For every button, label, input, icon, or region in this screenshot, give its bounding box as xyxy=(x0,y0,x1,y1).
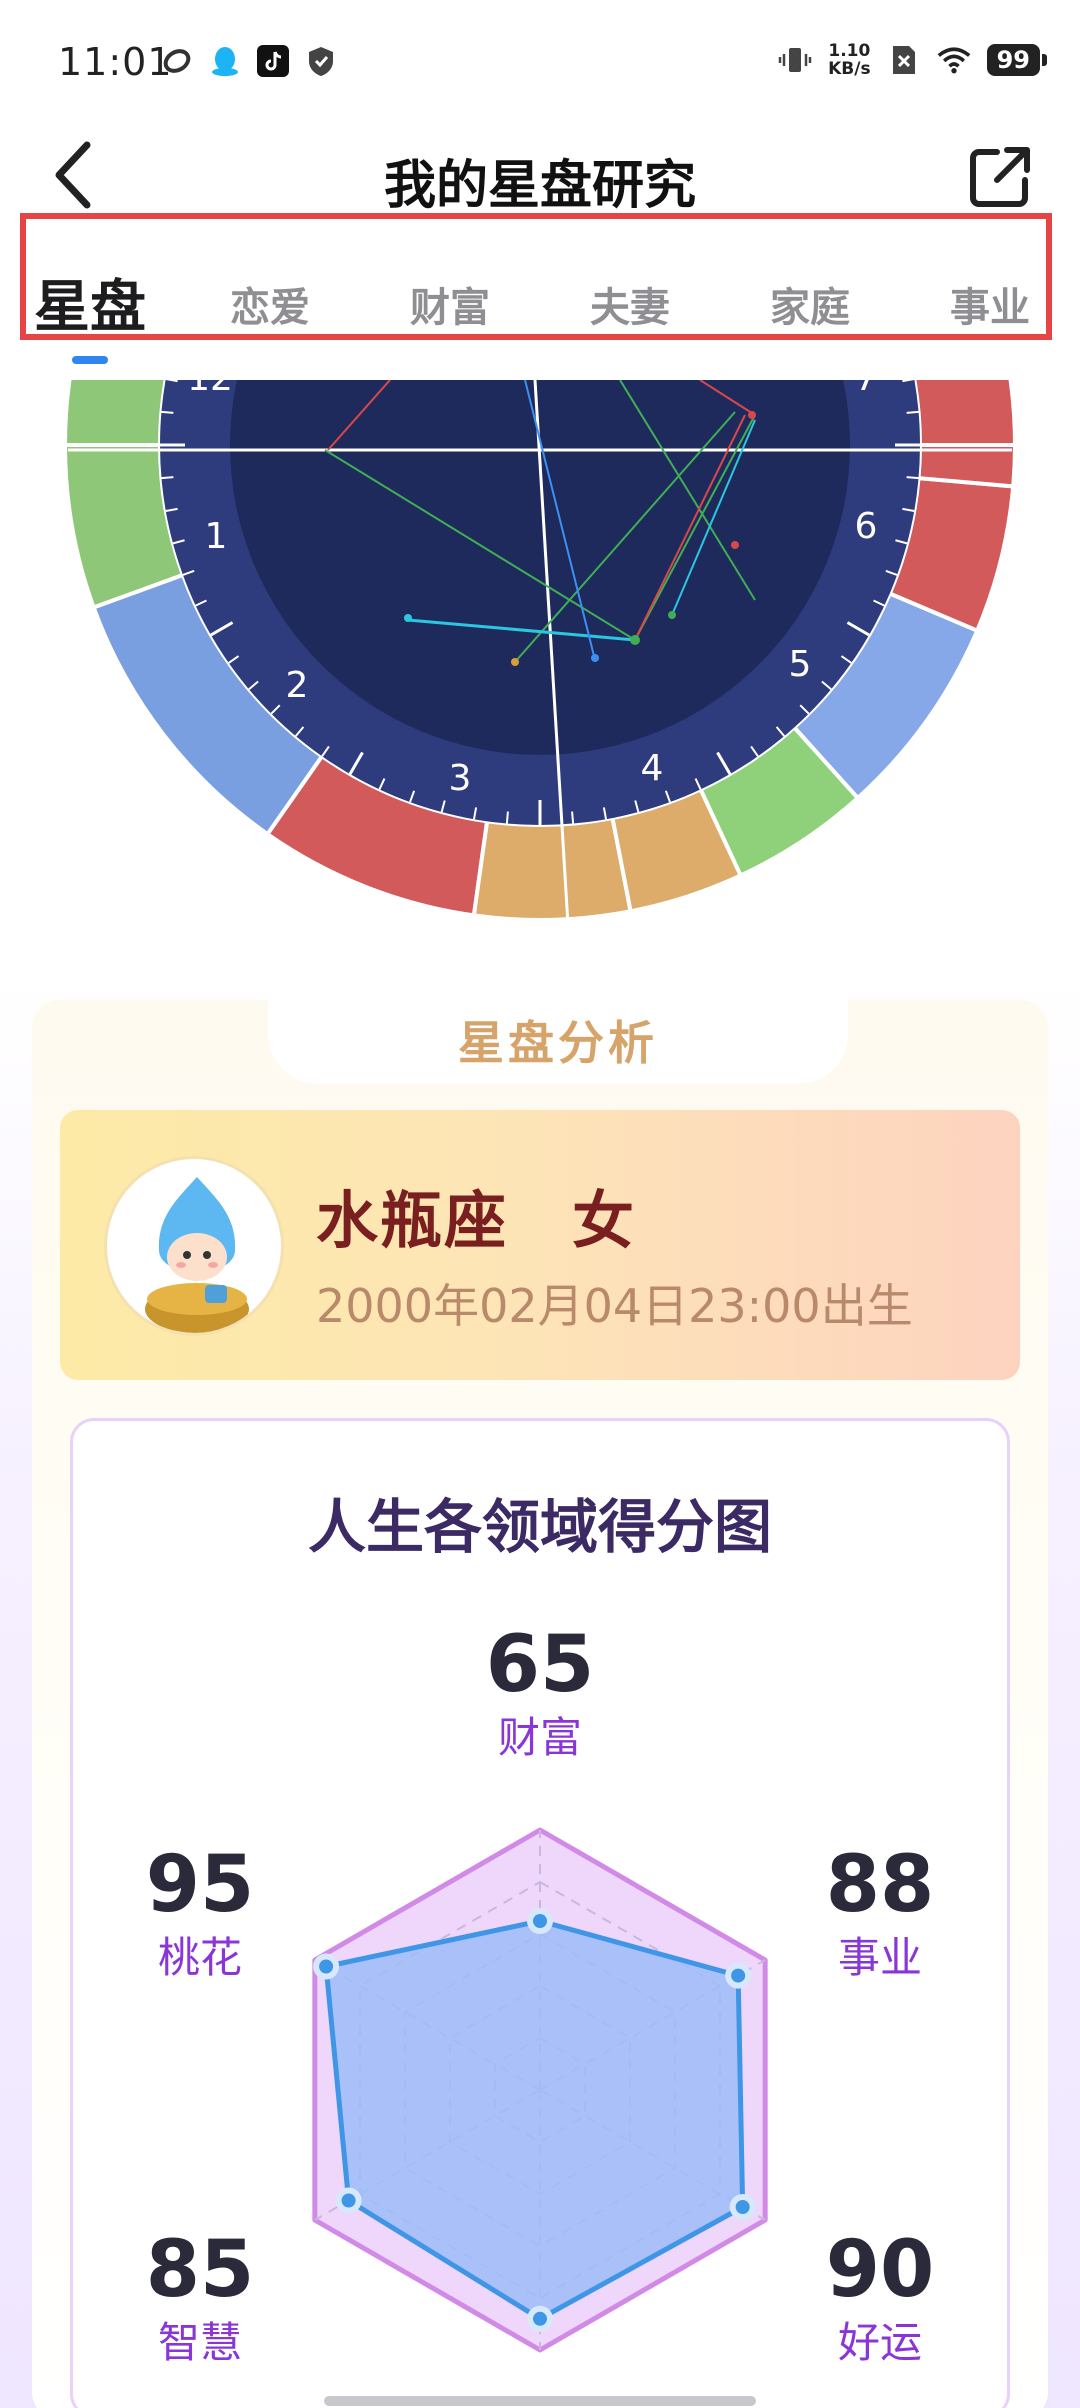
planet-dot xyxy=(668,611,676,619)
wifi-icon xyxy=(937,43,971,77)
share-button[interactable] xyxy=(960,137,1040,217)
avatar xyxy=(104,1156,284,1336)
score-wealth: 65 财富 xyxy=(440,1620,640,1766)
radar-point xyxy=(735,2200,750,2214)
speed-unit: KB/s xyxy=(828,59,871,79)
profile-birth-date: 2000年02月04日23:00出生 xyxy=(316,1279,913,1333)
house-segment xyxy=(912,380,1018,447)
score-chart-title: 人生各领域得分图 xyxy=(307,1493,772,1561)
house-number-6: 6 xyxy=(855,506,878,547)
wheel-tick xyxy=(571,811,575,824)
analysis-header: 星盘分析 xyxy=(268,996,848,1084)
vibrate-icon xyxy=(778,43,812,77)
no-sim-icon xyxy=(887,43,921,77)
home-indicator[interactable] xyxy=(324,2396,756,2406)
house-number-3: 3 xyxy=(449,758,472,799)
tiktok-icon xyxy=(256,44,290,78)
planet-dot xyxy=(748,411,756,419)
status-bar: 11:01 1.10 KB/s 99 xyxy=(0,0,1080,125)
house-number-4: 4 xyxy=(641,748,664,789)
profile-card: 水瓶座 女 2000年02月04日23:00出生 xyxy=(60,1110,1020,1380)
speed-value: 1.10 xyxy=(828,41,871,61)
planet-dot xyxy=(630,635,640,645)
top-nav: 我的星盘研究 xyxy=(0,125,1080,225)
planet-dot xyxy=(731,541,739,549)
profile-sign-gender: 水瓶座 女 xyxy=(316,1184,637,1257)
planet-dot xyxy=(511,658,519,666)
house-number-1: 1 xyxy=(205,516,228,557)
wheel-tick xyxy=(906,410,919,414)
aquarius-mascot-icon xyxy=(145,1177,249,1333)
analysis-title: 星盘分析 xyxy=(458,1016,658,1070)
planet-dot xyxy=(404,614,412,622)
status-time: 11:01 xyxy=(58,40,173,84)
tabs-highlight-frame xyxy=(20,213,1052,340)
wheel-tick xyxy=(505,811,509,824)
score-wealth-value: 65 xyxy=(485,1620,595,1710)
share-icon xyxy=(970,147,1030,207)
radar-point xyxy=(731,1968,746,1983)
page-title: 我的星盘研究 xyxy=(383,156,696,216)
status-right: 1.10 KB/s 99 xyxy=(778,42,1048,78)
house-number-7: 7 xyxy=(855,380,878,399)
wheel-graphic: 12 1 2 3 4 5 6 7 xyxy=(62,380,1018,926)
qq-icon xyxy=(208,44,242,78)
radar-point xyxy=(319,1959,334,1974)
shield-icon xyxy=(304,44,338,78)
house-number-5: 5 xyxy=(789,644,812,685)
wheel-tick xyxy=(161,476,174,480)
astro-wheel[interactable]: 12 1 2 3 4 5 6 7 xyxy=(0,380,1080,940)
wheel-tick xyxy=(906,476,919,480)
score-wealth-label: 财富 xyxy=(497,1713,582,1762)
planet-dot xyxy=(591,654,599,662)
network-speed: 1.10 KB/s xyxy=(828,42,870,78)
wheel-tick xyxy=(161,410,174,414)
house-segment xyxy=(62,380,168,447)
radar-point xyxy=(533,1914,547,1928)
house-segment xyxy=(471,815,633,922)
house-number-2: 2 xyxy=(286,665,309,706)
radar-point xyxy=(341,2193,356,2208)
battery-icon: 99 xyxy=(986,44,1048,76)
house-number-12: 12 xyxy=(187,380,233,399)
notification-icons xyxy=(160,44,338,78)
link-icon xyxy=(160,44,194,78)
radar-point xyxy=(533,2311,547,2326)
active-tab-indicator xyxy=(72,356,108,364)
radar-chart xyxy=(312,1827,768,2353)
